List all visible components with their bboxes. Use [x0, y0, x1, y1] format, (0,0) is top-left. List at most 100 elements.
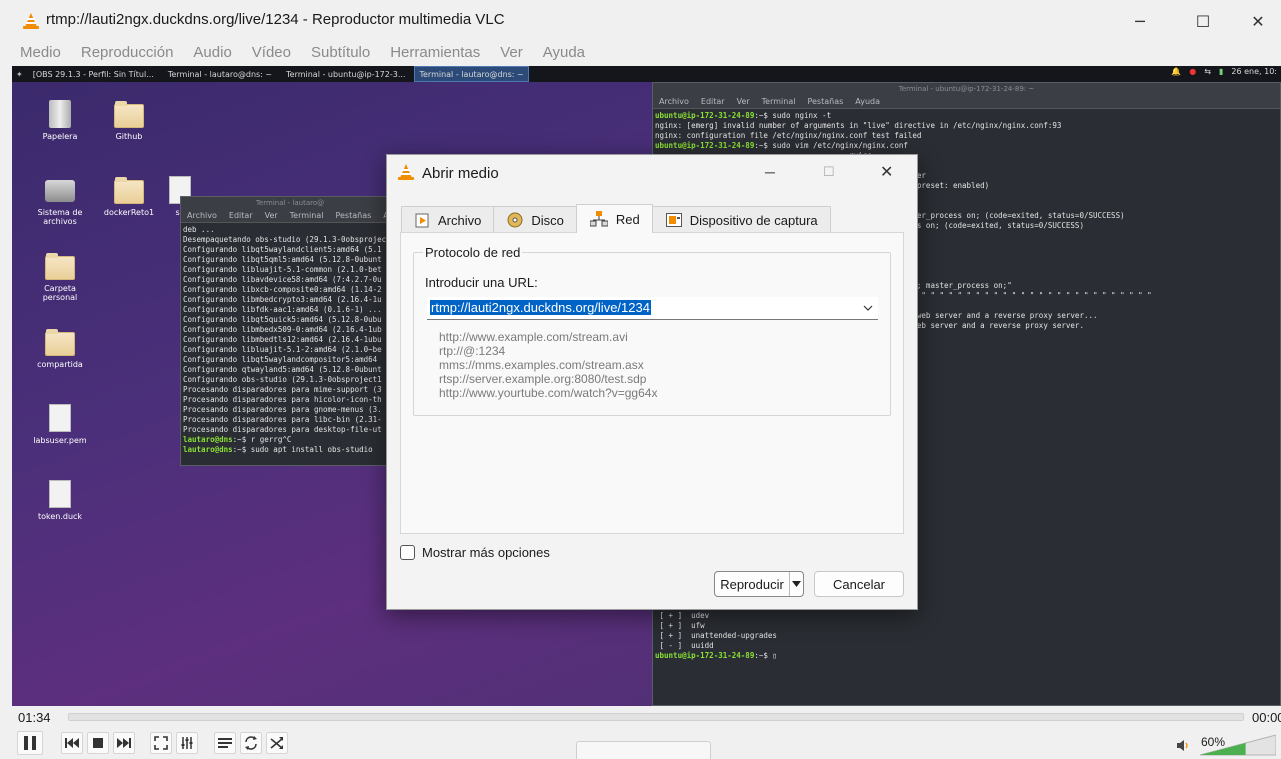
remote-terminal-left: Terminal - lautaro@ Archivo Editar Ver T… [180, 196, 400, 466]
dialog-tabs: Archivo Disco Red Dispositivo de captura [401, 204, 831, 233]
example-url: http://www.example.com/stream.avi [439, 330, 628, 344]
desktop-icon-papelera: Papelera [28, 100, 92, 141]
remote-task-terminal-1: Terminal - lautaro@dns: ~ [167, 69, 273, 79]
fullscreen-button[interactable] [150, 732, 172, 754]
menu-subtitulo[interactable]: Subtítulo [311, 42, 370, 66]
trash-icon [49, 100, 71, 128]
desktop-icon-dockerreto1: dockerReto1 [97, 177, 161, 217]
volume-icon[interactable] [1177, 737, 1190, 756]
tab-disco[interactable]: Disco [493, 206, 577, 233]
menu-video[interactable]: Vídeo [252, 42, 291, 66]
terminal-line: Configurando libxcb-composite0:amd64 (1.… [183, 285, 382, 294]
more-options-label: Mostrar más opciones [422, 545, 550, 560]
play-button-label: Reproducir [720, 576, 784, 592]
menu-bar: Medio Reproducción Audio Vídeo Subtítulo… [0, 42, 1281, 66]
group-title: Protocolo de red [423, 245, 523, 260]
tab-red[interactable]: Red [575, 204, 653, 233]
terminal-line: ubuntu@ip-172-31-24-89:~$ sudo nginx -t [655, 111, 832, 120]
chevron-down-icon[interactable] [862, 301, 874, 319]
dialog-close-button[interactable]: ✕ [880, 162, 893, 182]
pause-button[interactable] [17, 731, 43, 755]
terminal-line: Configurando libmbedcrypto3:amd64 (2.16.… [183, 295, 382, 304]
dialog-maximize-button[interactable]: ☐ [823, 164, 835, 180]
terminal-line: Configurando libqt5quick5:amd64 (5.12.8-… [183, 315, 382, 324]
url-input[interactable]: rtmp://lauti2ngx.duckdns.org/live/1234 [427, 297, 878, 320]
taskbar-preview-stub [576, 741, 711, 759]
menu-medio[interactable]: Medio [20, 42, 61, 66]
maximize-button[interactable]: ☐ [1180, 6, 1226, 36]
file-icon [49, 404, 71, 432]
network-icon [589, 211, 608, 227]
desktop-icon-labsuser: labsuser.pem [28, 404, 92, 445]
extended-settings-button[interactable] [176, 732, 198, 754]
url-label: Introducir una URL: [425, 275, 538, 290]
previous-button[interactable] [61, 732, 83, 754]
tab-archivo[interactable]: Archivo [401, 206, 495, 233]
terminal-line: Configurando libluajit-5.1-common (2.1.0… [183, 265, 382, 274]
terminal-line: ubuntu@ip-172-31-24-89:~$ sudo vim /etc/… [655, 141, 908, 150]
terminal-line: Desempaquetando obs-studio (29.1.3-0obsp… [183, 235, 391, 244]
skip-previous-icon [65, 738, 79, 748]
dialog-minimize-button[interactable]: ─ [765, 164, 775, 180]
folder-icon [45, 329, 75, 356]
desktop-icon-compartida: compartida [28, 329, 92, 369]
minimize-button[interactable]: ─ [1117, 6, 1163, 36]
remote-task-terminal-3: Terminal - lautaro@dns: ~ [414, 66, 529, 82]
close-button[interactable]: ✕ [1235, 6, 1281, 36]
menu-ver[interactable]: Ver [500, 42, 523, 66]
terminal-prompt-line: lautaro@dns:~$ r gerrg^C [183, 435, 292, 444]
url-examples: http://www.example.com/stream.avi rtp://… [439, 330, 657, 400]
play-dropdown-button[interactable] [789, 572, 803, 596]
remaining-time: 00:00 [1252, 710, 1281, 725]
tab-dispositivo-de-captura[interactable]: Dispositivo de captura [651, 206, 831, 233]
disc-icon [507, 212, 523, 228]
more-options-checkbox[interactable] [400, 545, 415, 560]
fullscreen-icon [154, 736, 168, 750]
seek-slider[interactable] [68, 713, 1244, 721]
vlc-cone-icon [397, 163, 415, 186]
terminal-line: Procesando disparadores para desktop-fil… [183, 425, 382, 434]
drive-icon [45, 180, 75, 202]
terminal-line: [ - ] uuidd [655, 641, 714, 650]
maximize-icon: ☐ [1195, 11, 1211, 31]
window-title: rtmp://lauti2ngx.duckdns.org/live/1234 -… [46, 11, 505, 28]
desktop-icon-carpeta-personal: Carpeta personal [28, 253, 92, 302]
url-value[interactable]: rtmp://lauti2ngx.duckdns.org/live/1234 [430, 300, 651, 315]
folder-icon [114, 101, 144, 128]
menu-reproduccion[interactable]: Reproducción [81, 42, 174, 66]
terminal-line: Configurando qtwayland5:amd64 (5.12.8-0u… [183, 365, 382, 374]
terminal-line: [ + ] unattended-upgrades [655, 631, 777, 640]
example-url: rtsp://server.example.org:8080/test.sdp [439, 372, 647, 386]
equalizer-icon [181, 737, 193, 749]
example-url: rtp://@:1234 [439, 344, 506, 358]
terminal-line: Procesando disparadores para hicolor-ico… [183, 395, 382, 404]
seek-bar-row: 01:34 00:00 [0, 708, 1281, 728]
terminal-line: Procesando disparadores para gnome-menus… [183, 405, 382, 414]
terminal-line: Configurando libavdevice58:amd64 (7:4.2.… [183, 275, 382, 284]
terminal-line: Configurando libqt5waylandcompositor5:am… [183, 355, 378, 364]
loop-icon [245, 736, 257, 750]
stop-button[interactable] [87, 732, 109, 754]
remote-task-terminal-2: Terminal - ubuntu@ip-172-3... [286, 69, 406, 79]
terminal-line: [ + ] ufw [655, 621, 705, 630]
loop-button[interactable] [240, 732, 262, 754]
close-icon: ✕ [1251, 11, 1265, 31]
remote-taskbar: ✦ [OBS 29.1.3 - Perfil: Sin Títul... Ter… [12, 66, 1281, 82]
menu-ayuda[interactable]: Ayuda [543, 42, 585, 66]
folder-icon [114, 177, 144, 204]
cancel-button-label: Cancelar [832, 576, 886, 592]
play-button[interactable]: Reproducir [714, 571, 804, 597]
more-options-row[interactable]: Mostrar más opciones [400, 545, 550, 560]
terminal-line: [ + ] udev [655, 611, 710, 620]
menu-herramientas[interactable]: Herramientas [390, 42, 480, 66]
shuffle-button[interactable] [266, 732, 288, 754]
cancel-button[interactable]: Cancelar [814, 571, 904, 597]
remote-task-obs: [OBS 29.1.3 - Perfil: Sin Títul... [32, 69, 154, 79]
terminal-line: Configurando obs-studio (29.1.3-0obsproj… [183, 375, 382, 384]
next-button[interactable] [113, 732, 135, 754]
file-icon [49, 480, 71, 508]
dialog-title: Abrir medio [422, 165, 499, 182]
playlist-button[interactable] [214, 732, 236, 754]
menu-audio[interactable]: Audio [193, 42, 231, 66]
desktop-icon-sistema: Sistema de archivos [28, 180, 92, 226]
